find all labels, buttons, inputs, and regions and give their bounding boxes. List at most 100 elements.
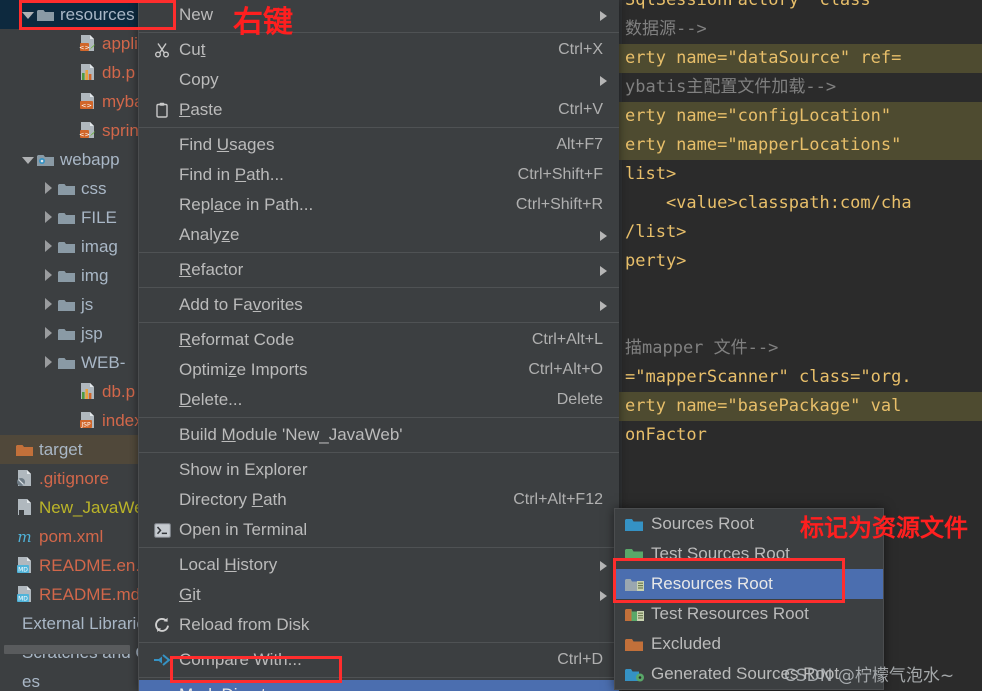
tree-row-label: img <box>81 266 109 285</box>
menu-item-shortcut: Ctrl+Shift+F <box>517 166 603 183</box>
tree-row-imag[interactable]: imag <box>0 232 160 261</box>
chevron-down-icon[interactable] <box>21 8 34 21</box>
menu-item-find-in-path[interactable]: Find in Path... Ctrl+Shift+F <box>139 160 619 190</box>
context-menu[interactable]: New Cut Ctrl+X Copy Paste Ctrl+V Find Usages Al… <box>138 0 619 691</box>
editor-line: ="mapperScanner" class="org. <box>625 367 912 387</box>
svg-text:<>: <> <box>81 102 92 110</box>
gitignore-file-icon <box>16 470 33 487</box>
menu-item-find-usages[interactable]: Find Usages Alt+F7 <box>139 130 619 160</box>
menu-item-compare-with[interactable]: Compare With... Ctrl+D <box>139 645 619 675</box>
tree-row-index[interactable]: JSP index <box>0 406 160 435</box>
menu-item-new[interactable]: New <box>139 0 619 30</box>
tree-row-label: .gitignore <box>39 469 109 488</box>
chevron-right-icon[interactable] <box>42 240 55 253</box>
tree-row-webapp[interactable]: webapp <box>0 145 160 174</box>
folder-icon <box>58 182 75 196</box>
menu-item-paste[interactable]: Paste Ctrl+V <box>139 95 619 125</box>
compare-icon <box>151 653 173 667</box>
menu-item-directory-path[interactable]: Directory Path Ctrl+Alt+F12 <box>139 485 619 515</box>
menu-item-mark-directory-as[interactable]: Mark Directory as <box>139 680 619 691</box>
tree-row-js[interactable]: js <box>0 290 160 319</box>
menu-item-local-history[interactable]: Local History <box>139 550 619 580</box>
spring-xml-file-icon: <> <box>79 122 96 139</box>
submenu-item-test-sources-root[interactable]: Test Sources Root <box>615 539 883 569</box>
tree-row-img[interactable]: img <box>0 261 160 290</box>
menu-item-reformat-code[interactable]: Reformat Code Ctrl+Alt+L <box>139 325 619 355</box>
tree-row-target[interactable]: target <box>0 435 160 464</box>
tree-row-css[interactable]: css <box>0 174 160 203</box>
menu-item-reload-from-disk[interactable]: Reload from Disk <box>139 610 619 640</box>
chevron-right-icon[interactable] <box>42 356 55 369</box>
project-tree-panel[interactable]: resources <> appli db.p <> myba <> sprin webapp c… <box>0 0 160 691</box>
spring-xml-file-icon: <> <box>79 35 96 52</box>
chevron-right-icon[interactable] <box>42 211 55 224</box>
tree-row-readme-md[interactable]: MD README.md <box>0 580 160 609</box>
chevron-right-icon[interactable] <box>42 298 55 311</box>
menu-separator <box>139 642 619 643</box>
tree-row-label: db.p <box>102 382 136 401</box>
menu-item-refactor[interactable]: Refactor <box>139 255 619 285</box>
tree-row-db-p[interactable]: db.p <box>0 58 160 87</box>
tree-row-appli[interactable]: <> appli <box>0 29 160 58</box>
sidebar-horizontal-scrollbar[interactable] <box>4 645 130 654</box>
folder-resources-icon <box>37 8 54 22</box>
chevron-right-icon[interactable] <box>42 269 55 282</box>
chevron-right-icon[interactable] <box>42 327 55 340</box>
menu-item-optimize-imports[interactable]: Optimize Imports Ctrl+Alt+O <box>139 355 619 385</box>
tree-row-myba[interactable]: <> myba <box>0 87 160 116</box>
submenu-item-resources-root[interactable]: Resources Root <box>615 569 883 599</box>
folder-icon <box>58 298 75 312</box>
menu-item-shortcut: Alt+F7 <box>556 136 603 153</box>
menu-separator <box>139 127 619 128</box>
tree-row-readme-en-m[interactable]: MD README.en.m <box>0 551 160 580</box>
submenu-item-test-resources-root[interactable]: Test Resources Root <box>615 599 883 629</box>
menu-item-open-in-terminal[interactable]: Open in Terminal <box>139 515 619 545</box>
menu-item-copy[interactable]: Copy <box>139 65 619 95</box>
editor-line: perty> <box>625 251 687 271</box>
chevron-right-icon[interactable] <box>42 182 55 195</box>
tree-row-new-javaweb[interactable]: New_JavaWeb <box>0 493 160 522</box>
menu-item-shortcut: Ctrl+D <box>557 651 603 668</box>
menu-item-label: Analyze <box>179 225 240 244</box>
tree-row-external-libraries[interactable]: External Libraries <box>0 609 160 638</box>
menu-item-label: Refactor <box>179 260 244 279</box>
tree-row-label: target <box>39 440 83 459</box>
tree-row-jsp[interactable]: jsp <box>0 319 160 348</box>
menu-item-shortcut: Ctrl+Shift+R <box>515 196 603 213</box>
menu-item-git[interactable]: Git <box>139 580 619 610</box>
tree-row-web-[interactable]: WEB- <box>0 348 160 377</box>
tree-row-resources[interactable]: resources <box>0 0 160 29</box>
clipboard-icon <box>151 102 173 118</box>
menu-item-build-module-new-javaweb[interactable]: Build Module 'New_JavaWeb' <box>139 420 619 450</box>
menu-item-label: Reformat Code <box>179 330 295 349</box>
menu-item-replace-in-path[interactable]: Replace in Path... Ctrl+Shift+R <box>139 190 619 220</box>
menu-item-label: Directory Path <box>179 490 287 509</box>
folder-icon <box>58 269 75 283</box>
mark-directory-as-submenu[interactable]: Sources Root Test Sources Root Resources R… <box>614 508 884 690</box>
editor-line: erty name="basePackage" val <box>615 392 982 421</box>
menu-item-delete[interactable]: Delete... Delete <box>139 385 619 415</box>
submenu-item-sources-root[interactable]: Sources Root <box>615 509 883 539</box>
tree-row-label: New_JavaWeb <box>39 498 154 517</box>
menu-item-add-to-favorites[interactable]: Add to Favorites <box>139 290 619 320</box>
menu-item-cut[interactable]: Cut Ctrl+X <box>139 35 619 65</box>
menu-item-show-in-explorer[interactable]: Show in Explorer <box>139 455 619 485</box>
submenu-item-generated-sources-root[interactable]: Generated Sources Root <box>615 659 883 689</box>
test-sources-root-icon <box>625 547 651 562</box>
tree-row-pom-xml[interactable]: m pom.xml <box>0 522 160 551</box>
tree-row-es[interactable]: es <box>0 667 160 691</box>
chevron-down-icon[interactable] <box>21 153 34 166</box>
svg-text:m: m <box>17 528 31 545</box>
jsp-file-icon: JSP <box>79 412 96 429</box>
app-window: SqlSessionFactory" class 数据源--> erty name=… <box>0 0 982 691</box>
tree-row--gitignore[interactable]: .gitignore <box>0 464 160 493</box>
menu-item-analyze[interactable]: Analyze <box>139 220 619 250</box>
folder-icon <box>58 356 75 370</box>
tree-row-file[interactable]: FILE <box>0 203 160 232</box>
tree-row-db-p[interactable]: db.p <box>0 377 160 406</box>
submenu-item-excluded[interactable]: Excluded <box>615 629 883 659</box>
tree-row-sprin[interactable]: <> sprin <box>0 116 160 145</box>
